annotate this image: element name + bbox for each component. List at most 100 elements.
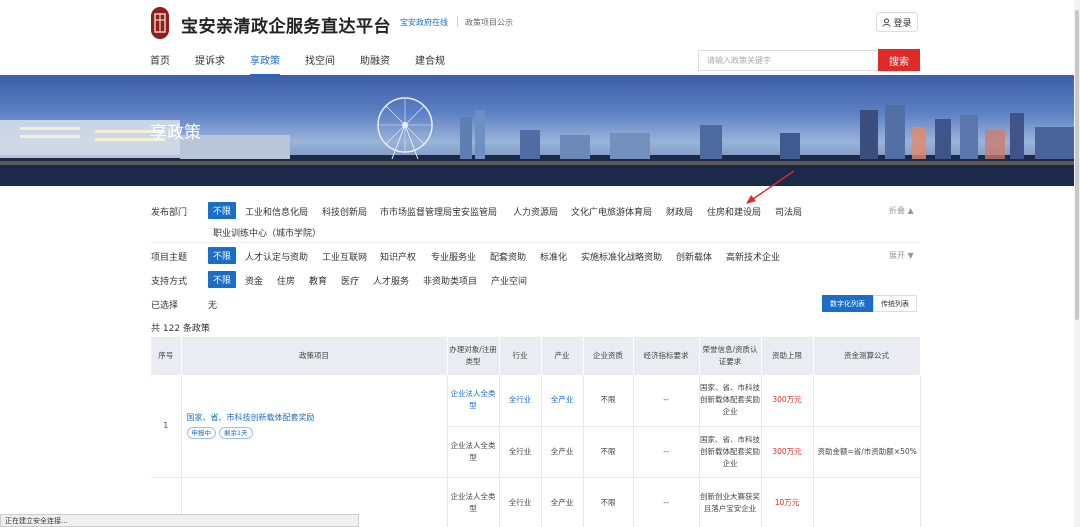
economic-cell: -- [633, 426, 700, 478]
qualification-cell: 不限 [583, 477, 634, 527]
support-chip-non-funding[interactable]: 非资助类项目 [423, 274, 477, 287]
support-chip-space[interactable]: 产业空间 [491, 274, 527, 287]
topic-chip-talent[interactable]: 人才认定与资助 [245, 250, 308, 263]
dept-chip-training[interactable]: 职业训练中心（城市学院） [213, 226, 321, 239]
topic-chip-internet[interactable]: 工业互联网 [322, 250, 367, 263]
selected-value: 无 [208, 301, 218, 311]
table-row: 1 国家、省、市科技创新载体配套奖励 申报中 剩余1天 企业法人全类型 全行业 … [151, 375, 921, 478]
dept-chip-science[interactable]: 科技创新局 [322, 205, 367, 218]
limit-cell: 300万元 [761, 426, 814, 478]
topic-chip-ip[interactable]: 知识产权 [380, 250, 416, 263]
support-chip-all[interactable]: 不限 [208, 271, 237, 288]
platform-logo-icon[interactable] [150, 6, 170, 40]
topic-filter-label: 项目主题 [151, 253, 188, 263]
policy-count: 共 122 条政策 [151, 324, 210, 334]
nav-compliance[interactable]: 建合规 [415, 52, 445, 76]
qualification-cell: 不限 [583, 426, 634, 478]
dept-chip-finance[interactable]: 财政局 [666, 205, 693, 218]
col-header-index: 序号 [151, 337, 182, 375]
support-chip-talent-service[interactable]: 人才服务 [373, 274, 409, 287]
chain-cell[interactable]: 全产业 [541, 375, 584, 427]
topic-chip-hightech[interactable]: 高新技术企业 [726, 250, 780, 263]
row-index: 1 [151, 375, 182, 478]
support-chip-education[interactable]: 教育 [309, 274, 327, 287]
policy-search-input[interactable]: 请输入政策关键字 [698, 50, 878, 71]
gov-online-link[interactable]: 宝安政府在线 [400, 17, 448, 28]
search-button[interactable]: 搜索 [878, 49, 920, 71]
caret-up-icon: ▲ [907, 206, 914, 215]
main-nav: 首页 提诉求 享政策 找空间 助融资 建合规 [150, 52, 470, 76]
expand-label: 展开 [889, 251, 905, 260]
economic-cell: -- [633, 375, 700, 427]
filter-divider [151, 242, 920, 243]
col-header-chain: 产业 [541, 337, 584, 375]
chain-cell: 全产业 [541, 426, 584, 478]
dept-chip-industry-it[interactable]: 工业和信息化局 [245, 205, 308, 218]
view-toggle: 数字化列表 传统列表 [822, 295, 917, 312]
nav-policies[interactable]: 享政策 [250, 52, 280, 76]
digital-list-button[interactable]: 数字化列表 [822, 295, 873, 312]
formula-cell [813, 477, 921, 527]
dept-chip-hr[interactable]: 人力资源局 [513, 205, 558, 218]
login-button[interactable]: 登录 [876, 12, 918, 32]
formula-cell [813, 375, 921, 427]
nav-home[interactable]: 首页 [150, 52, 170, 76]
object-cell: 企业法人全类型 [447, 426, 500, 478]
project-title-link[interactable]: 国家、省、市科技创新载体配套奖励 [187, 412, 447, 424]
user-icon [882, 17, 892, 27]
support-chip-medical[interactable]: 医疗 [341, 274, 359, 287]
formula-cell: 资助金额=省/市资助额×50% [813, 426, 921, 478]
table-header-row: 序号 政策项目 办理对象/注册类型 行业 产业 企业资质 经济指标要求 荣誉信息… [151, 337, 921, 375]
dept-chip-market[interactable]: 市市场监督管理局宝安监管局 [380, 205, 497, 218]
industry-cell: 全行业 [499, 477, 542, 527]
caret-down-icon: ▼ [907, 251, 914, 260]
scrollbar-thumb[interactable] [1075, 10, 1079, 320]
fold-toggle[interactable]: 折叠 ▲ [889, 205, 914, 216]
chain-cell: 全产业 [541, 477, 584, 527]
brand-title[interactable]: 宝安亲清政企服务直达平台 [181, 12, 391, 37]
col-header-formula: 资金测算公式 [813, 337, 921, 375]
dept-chip-culture[interactable]: 文化广电旅游体育局 [571, 205, 652, 218]
remaining-days-badge: 剩余1天 [219, 427, 253, 440]
honor-cell: 国家、省、市科技创新载体配套奖励企业 [699, 375, 762, 427]
policy-table: 序号 政策项目 办理对象/注册类型 行业 产业 企业资质 经济指标要求 荣誉信息… [151, 337, 921, 527]
col-header-honor: 荣誉信息/资质认证要求 [699, 337, 762, 375]
nav-find-space[interactable]: 找空间 [305, 52, 335, 76]
object-cell[interactable]: 企业法人全类型 [447, 375, 500, 427]
header-divider [457, 16, 458, 27]
honor-cell: 国家、省、市科技创新载体配套奖励企业 [699, 426, 762, 478]
economic-cell: -- [633, 477, 700, 527]
top-header: 宝安亲清政企服务直达平台 宝安政府在线 政策项目公示 登录 首页 提诉求 享政策… [0, 0, 1080, 76]
support-chip-funding[interactable]: 资金 [245, 274, 263, 287]
nav-submit-request[interactable]: 提诉求 [195, 52, 225, 76]
selected-label: 已选择 [151, 301, 179, 311]
col-header-qualification: 企业资质 [583, 337, 634, 375]
qualification-cell: 不限 [583, 375, 634, 427]
dept-filter-label: 发布部门 [151, 208, 188, 218]
topic-chip-innovation[interactable]: 创新载体 [676, 250, 712, 263]
limit-cell: 300万元 [761, 375, 814, 427]
nav-financing[interactable]: 助融资 [360, 52, 390, 76]
policy-publicity-link[interactable]: 政策项目公示 [465, 17, 513, 28]
hero-banner: 享政策 [0, 75, 1080, 186]
project-tags: 申报中 剩余1天 [186, 427, 447, 440]
topic-chip-matching[interactable]: 配套资助 [490, 250, 526, 263]
topic-chip-standard-strategy[interactable]: 实施标准化战略资助 [581, 250, 662, 263]
browser-status-bar: 正在建立安全连接... [0, 514, 359, 527]
topic-chip-standard[interactable]: 标准化 [540, 250, 567, 263]
traditional-list-button[interactable]: 传统列表 [873, 295, 917, 312]
col-header-project: 政策项目 [181, 337, 448, 375]
project-cell: 国家、省、市科技创新载体配套奖励 申报中 剩余1天 [181, 375, 448, 478]
banner-title: 享政策 [150, 123, 201, 143]
topic-chip-all[interactable]: 不限 [208, 247, 237, 264]
expand-toggle[interactable]: 展开 ▼ [889, 250, 914, 261]
dept-chip-all[interactable]: 不限 [208, 202, 237, 219]
login-label: 登录 [893, 18, 912, 29]
limit-cell: 10万元 [761, 477, 814, 527]
status-badge: 申报中 [186, 427, 216, 440]
topic-chip-service[interactable]: 专业服务业 [431, 250, 476, 263]
object-cell: 企业法人全类型 [447, 477, 500, 527]
support-chip-housing[interactable]: 住房 [277, 274, 295, 287]
industry-cell[interactable]: 全行业 [499, 375, 542, 427]
col-header-limit: 资助上限 [761, 337, 814, 375]
